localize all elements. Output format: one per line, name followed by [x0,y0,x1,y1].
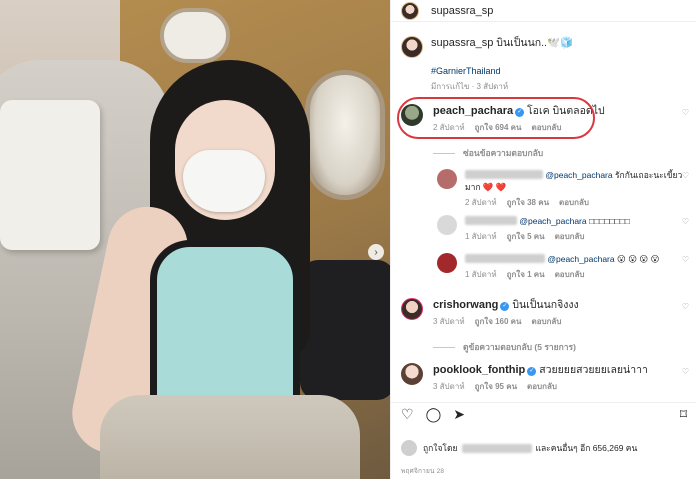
comment-item: peach_pachara ✓ โอเค บินตลอดไป 2 สัปดาห์ … [391,104,696,134]
comment-username[interactable]: pooklook_fonthip [433,364,525,376]
comment-like-icon[interactable]: ♡ [682,367,689,376]
reply-mention[interactable]: @peach_pachara [547,254,614,264]
verified-badge-icon: ✓ [500,302,510,311]
owner-username[interactable]: supassra_sp [431,5,493,17]
save-icon[interactable]: ⌑ [680,407,687,421]
reply-text: 😮 😮 😮 😮 [616,254,660,264]
reply-text: □□□□□□□□ [588,216,631,226]
post-date: พฤศจิกายน 28 [401,468,445,475]
cabin-window-top [160,8,230,63]
reply-mention[interactable]: @peach_pachara [519,216,586,226]
owner-avatar[interactable] [401,1,419,20]
comment-likes[interactable]: ถูกใจ 694 คน [475,121,522,134]
post-header: supassra_sp [391,0,696,22]
replier-avatar[interactable] [437,215,457,235]
next-photo-button[interactable]: › [368,244,384,260]
blurred-username [465,254,545,263]
blurred-username [461,443,532,453]
caption: supassra_sp บินเป็นนก..🕊️🧊 #GarnierThail… [391,36,696,93]
reply-likes[interactable]: ถูกใจ 5 คน [507,230,545,243]
reply-button[interactable]: ตอบกลับ [555,230,585,243]
caption-meta: มีการแก้ไข · 3 สัปดาห์ [431,82,509,91]
commenter-avatar[interactable] [401,363,423,385]
comment-text: บินเป็นนกจิงงง [512,299,579,311]
comment-username[interactable]: crishorwang [433,299,498,311]
reply-time: 2 สัปดาห์ [465,198,497,207]
comment-time: 3 สัปดาห์ [433,317,465,326]
reply-button[interactable]: ตอบกลับ [559,196,589,209]
reply-time: 1 สัปดาห์ [465,232,497,241]
hide-replies-toggle[interactable]: ซ่อนข้อความตอบกลับ [391,146,696,160]
black-bag [300,260,390,400]
liker-avatar[interactable] [401,440,417,456]
reply-mention[interactable]: @peach_pachara [545,170,612,180]
replier-avatar[interactable] [437,253,457,273]
verified-badge-icon: ✓ [527,367,537,376]
action-bar: ♡ ◯ ➤ ⌑ [391,402,696,424]
post-photo: › [0,0,390,479]
comment-like-icon[interactable]: ♡ [682,108,689,117]
lap-blanket [100,395,360,479]
comment-time: 2 สัปดาห์ [433,123,465,132]
blurred-username [465,170,543,179]
hide-replies-label: ซ่อนข้อความตอบกลับ [463,148,544,158]
comment-time: 3 สัปดาห์ [433,382,465,391]
comment-text: สวยยยยสวยยยเลยน่าาา [539,364,648,376]
verified-badge-icon: ✓ [515,108,525,117]
reply-like-icon[interactable]: ♡ [682,255,689,264]
reply-likes[interactable]: ถูกใจ 38 คน [507,196,549,209]
reply-like-icon[interactable]: ♡ [682,217,689,226]
comment-username[interactable]: peach_pachara [433,105,513,117]
reply-button[interactable]: ตอบกลับ [532,121,562,134]
reply-item: @peach_pachara รักกันเถอะนะเขี้ยวมาก ❤️ … [391,169,696,209]
reply-like-icon[interactable]: ♡ [682,171,689,180]
reply-item: @peach_pachara □□□□□□□□ 1 สัปดาห์ ถูกใจ … [391,215,696,243]
reply-button[interactable]: ตอบกลับ [527,380,557,393]
reply-button[interactable]: ตอบกลับ [532,315,562,328]
seat-headrest-cover [0,100,100,250]
hashtag-link[interactable]: #GarnierThailand [431,64,573,78]
replier-avatar[interactable] [437,169,457,189]
comment-item: crishorwang ✓ บินเป็นนกจิงงง 3 สัปดาห์ ถู… [391,298,696,328]
caption-text: บินเป็นนก..🕊️🧊 [496,37,574,49]
caption-username[interactable]: supassra_sp [431,37,493,49]
comment-likes[interactable]: ถูกใจ 95 คน [475,380,517,393]
comments-panel: supassra_sp supassra_sp บินเป็นนก..🕊️🧊 #… [390,0,696,479]
reply-item: @peach_pachara 😮 😮 😮 😮 1 สัปดาห์ ถูกใจ 1… [391,253,696,281]
likes-count-link[interactable]: และคนอื่นๆ อีก 656,269 คน [536,441,638,455]
face-mask [183,150,265,212]
blurred-username [465,216,517,225]
view-replies-toggle[interactable]: ดูข้อความตอบกลับ (5 รายการ) [391,340,696,354]
comment-text: โอเค บินตลอดไป [527,105,605,117]
share-icon[interactable]: ➤ [453,407,465,421]
likes-summary: ถูกใจโดย และคนอื่นๆ อีก 656,269 คน [401,440,637,456]
likes-prefix: ถูกใจโดย [423,443,458,453]
reply-likes[interactable]: ถูกใจ 1 คน [507,268,545,281]
caption-avatar[interactable] [401,36,423,58]
reply-time: 1 สัปดาห์ [465,270,497,279]
comment-icon[interactable]: ◯ [426,407,442,421]
reply-button[interactable]: ตอบกลับ [555,268,585,281]
cabin-window [305,70,385,200]
commenter-avatar[interactable] [401,104,423,126]
comment-likes[interactable]: ถูกใจ 160 คน [475,315,522,328]
like-icon[interactable]: ♡ [401,407,414,421]
comment-like-icon[interactable]: ♡ [682,302,689,311]
comment-item: pooklook_fonthip ✓ สวยยยยสวยยยเลยน่าาา 3 … [391,363,696,393]
view-replies-label: ดูข้อความตอบกลับ (5 รายการ) [463,342,576,352]
commenter-avatar[interactable] [401,298,423,320]
